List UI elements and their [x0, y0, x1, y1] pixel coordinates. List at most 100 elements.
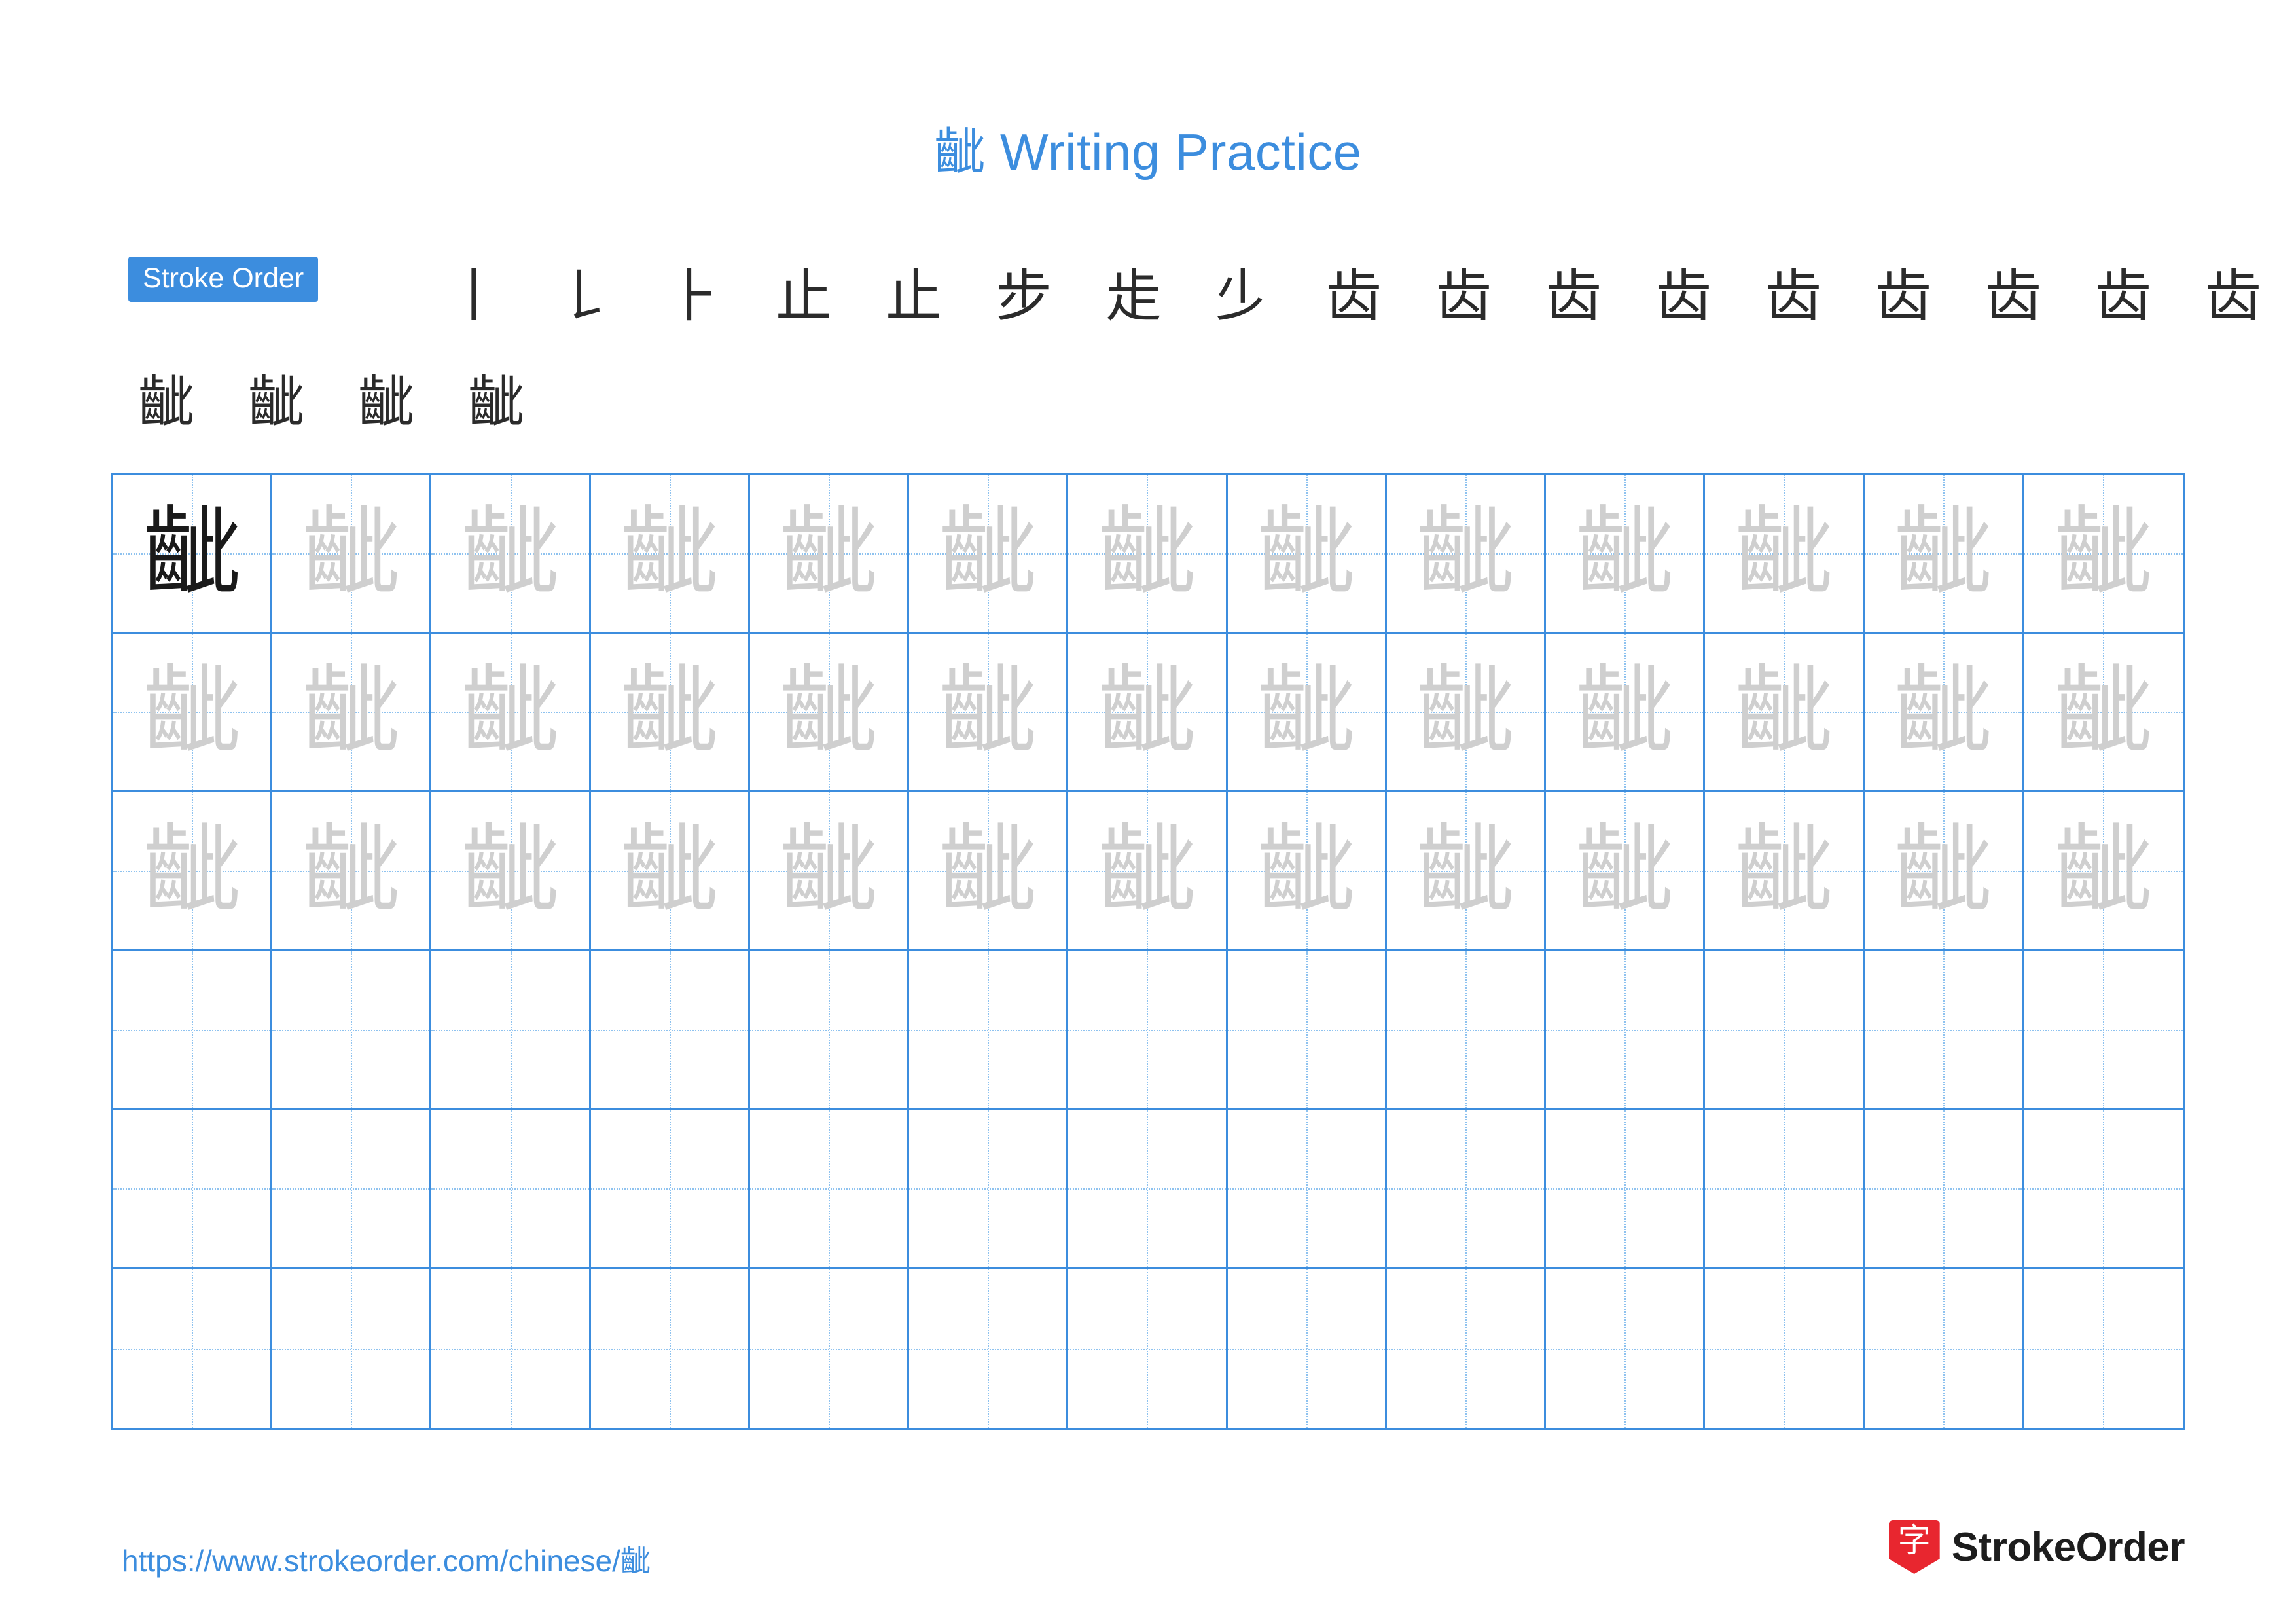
trace-character: 齜 — [1098, 814, 1196, 928]
practice-cell: 齜 — [1227, 475, 1387, 634]
practice-cell: 齜 — [2023, 633, 2183, 793]
practice-cell: 齜 — [431, 475, 591, 634]
practice-cell — [2023, 1110, 2183, 1269]
practice-cell: 齜 — [1386, 475, 1547, 634]
practice-cell — [590, 951, 750, 1110]
practice-cell: 齜 — [431, 633, 591, 793]
practice-cell — [1386, 951, 1547, 1110]
practice-cell: 齜 — [749, 475, 910, 634]
trace-character: 齜 — [143, 655, 242, 769]
trace-character: 齜 — [1734, 496, 1833, 610]
practice-cell: 齜 — [1227, 633, 1387, 793]
practice-cell — [431, 1269, 591, 1428]
practice-cell — [113, 1110, 273, 1269]
trace-character: 齜 — [2054, 814, 2153, 928]
practice-cell — [1705, 1110, 1865, 1269]
trace-character: 齜 — [2054, 496, 2153, 610]
stroke-step-glyph: 齿 — [1435, 264, 1492, 329]
practice-cell: 齜 — [2023, 475, 2183, 634]
stroke-step-glyph: 齜 — [138, 370, 194, 435]
practice-cell — [2023, 1269, 2183, 1428]
practice-cell: 齜 — [1705, 792, 1865, 951]
stroke-step-glyph: 𣥂 — [1215, 264, 1272, 329]
practice-cell — [2023, 951, 2183, 1110]
practice-cell: 齜 — [590, 475, 750, 634]
practice-cell — [113, 951, 273, 1110]
stroke-order-label: Stroke Order — [128, 257, 319, 302]
practice-cell: 齜 — [113, 792, 273, 951]
trace-character: 齜 — [302, 814, 401, 928]
trace-character: 齜 — [461, 814, 560, 928]
practice-cell — [590, 1269, 750, 1428]
practice-cell — [1546, 1110, 1706, 1269]
trace-character: 齜 — [2054, 655, 2153, 769]
page-title: 齜 Writing Practice — [0, 111, 2296, 185]
trace-character: 齜 — [1734, 814, 1833, 928]
stroke-step-glyph: 丨 — [446, 264, 502, 329]
trace-character: 齜 — [1575, 814, 1674, 928]
stroke-step-10: 齿 — [1408, 247, 1518, 346]
stroke-step-glyph: 齿 — [2205, 264, 2261, 329]
stroke-step-glyph: 齿 — [1655, 264, 1712, 329]
practice-cell: 齜 — [272, 475, 432, 634]
practice-cell: 齜 — [431, 792, 591, 951]
practice-cell: 齜 — [1864, 633, 2024, 793]
stroke-step-glyph: 齜 — [248, 370, 304, 435]
stroke-step-glyph: 歨 — [1105, 264, 1162, 329]
practice-cell — [909, 1110, 1069, 1269]
trace-character: 齜 — [302, 655, 401, 769]
practice-grid: 齜齜齜齜齜齜齜齜齜齜齜齜齜齜齜齜齜齜齜齜齜齜齜齜齜齜齜齜齜齜齜齜齜齜齜齜齜齜齜 — [111, 473, 2185, 1430]
practice-cell — [431, 1110, 591, 1269]
stroke-step-20: 齜 — [221, 354, 331, 452]
practice-cell — [1705, 951, 1865, 1110]
practice-cell — [272, 951, 432, 1110]
stroke-step-4: 止 — [749, 247, 859, 346]
practice-cell: 齜 — [1546, 633, 1706, 793]
stroke-step-glyph: 步 — [996, 264, 1052, 329]
trace-character: 齜 — [1416, 655, 1515, 769]
stroke-step-17: 齿 — [2178, 247, 2288, 346]
stroke-step-21: 齜 — [331, 354, 441, 452]
stroke-step-3: ⺊ — [639, 247, 749, 346]
brand-name: StrokeOrder — [1951, 1524, 2185, 1570]
page-title-character: 齜 — [934, 123, 986, 182]
stroke-step-glyph: 齿 — [1875, 264, 1931, 329]
footer-url-link[interactable]: https://www.strokeorder.com/chinese/齜 — [122, 1537, 651, 1580]
stroke-order-sequence-row-2: 齜齜齜齜 — [111, 354, 551, 452]
stroke-step-glyph: 齿 — [1545, 264, 1602, 329]
practice-cell — [749, 1269, 910, 1428]
practice-cell — [909, 1269, 1069, 1428]
page-title-suffix: Writing Practice — [985, 123, 1362, 181]
practice-cell: 齜 — [1068, 633, 1228, 793]
stroke-step-11: 齿 — [1518, 247, 1628, 346]
practice-cell — [1386, 1110, 1547, 1269]
practice-cell — [1068, 1110, 1228, 1269]
practice-cell — [909, 951, 1069, 1110]
trace-character: 齜 — [1098, 496, 1196, 610]
practice-cell — [431, 951, 591, 1110]
stroke-step-1: 丨 — [419, 247, 529, 346]
stroke-step-7: 歨 — [1079, 247, 1189, 346]
practice-cell — [1068, 951, 1228, 1110]
stroke-step-19: 齜 — [111, 354, 221, 452]
practice-cell — [1546, 951, 1706, 1110]
trace-character: 齜 — [939, 496, 1037, 610]
practice-cell — [1227, 1269, 1387, 1428]
practice-cell — [1864, 951, 2024, 1110]
practice-cell: 齜 — [1386, 633, 1547, 793]
trace-character: 齜 — [1734, 655, 1833, 769]
practice-cell: 齜 — [2023, 792, 2183, 951]
stroke-step-glyph: 齿 — [1325, 264, 1382, 329]
stroke-step-18: 齿 — [2288, 247, 2296, 346]
trace-character: 齜 — [1575, 655, 1674, 769]
practice-cell: 齜 — [749, 633, 910, 793]
stroke-step-6: 步 — [969, 247, 1079, 346]
model-character-cell: 齜 — [113, 475, 273, 634]
stroke-step-22: 齜 — [441, 354, 551, 452]
practice-cell — [1546, 1269, 1706, 1428]
practice-cell: 齜 — [113, 633, 273, 793]
practice-cell — [1864, 1269, 2024, 1428]
practice-cell: 齜 — [909, 633, 1069, 793]
stroke-step-5: 止 — [859, 247, 969, 346]
trace-character: 齜 — [461, 496, 560, 610]
